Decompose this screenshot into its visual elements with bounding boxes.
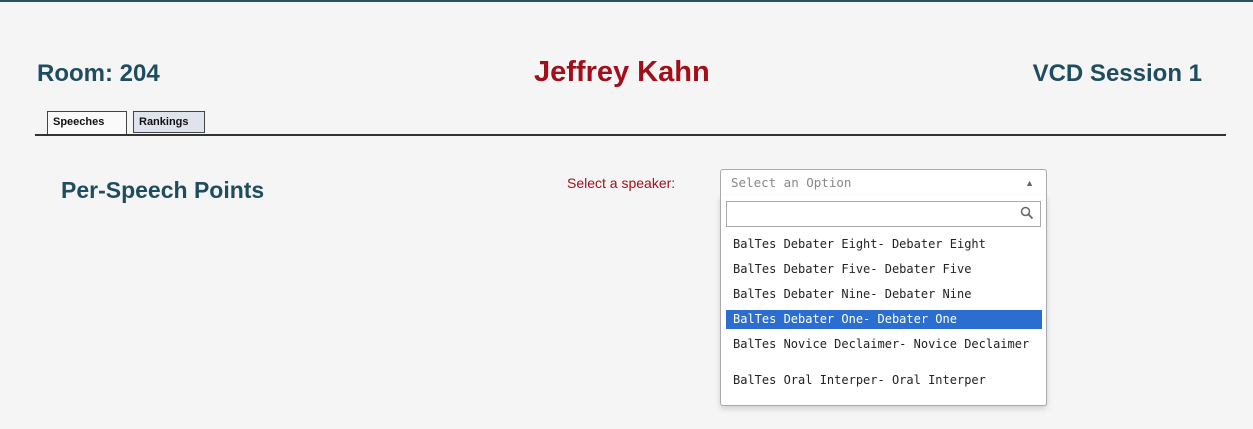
option-oral-interper[interactable]: BalTes Oral Interper- Oral Interper xyxy=(726,371,1042,390)
option-novice-declaimer[interactable]: BalTes Novice Declaimer- Novice Declaime… xyxy=(726,335,1042,365)
dropdown-arrow-icon[interactable]: ▲ xyxy=(1025,178,1034,188)
speaker-dropdown: BalTes Debater Eight- Debater Eight BalT… xyxy=(720,195,1047,406)
speaker-select[interactable]: Select an Option ▲ xyxy=(720,169,1047,196)
options-list: BalTes Debater Eight- Debater Eight BalT… xyxy=(726,235,1042,396)
search-input[interactable] xyxy=(729,204,1018,226)
room-label: Room: 204 xyxy=(37,60,160,87)
search-field[interactable] xyxy=(726,201,1041,227)
tab-speeches[interactable]: Speeches xyxy=(47,111,127,136)
section-title: Per-Speech Points xyxy=(61,177,265,203)
session-label: VCD Session 1 xyxy=(1032,60,1202,87)
judge-name: Jeffrey Kahn xyxy=(534,56,710,88)
search-icon xyxy=(1020,206,1034,220)
select-speaker-label: Select a speaker: xyxy=(567,175,676,191)
option-debater-nine[interactable]: BalTes Debater Nine- Debater Nine xyxy=(726,285,1042,304)
select-placeholder: Select an Option xyxy=(731,175,852,190)
option-debater-five[interactable]: BalTes Debater Five- Debater Five xyxy=(726,260,1042,279)
tab-underline xyxy=(35,134,1226,136)
option-debater-eight[interactable]: BalTes Debater Eight- Debater Eight xyxy=(726,235,1042,254)
top-border xyxy=(0,0,1253,2)
tab-rankings[interactable]: Rankings xyxy=(133,111,205,133)
option-debater-one[interactable]: BalTes Debater One- Debater One xyxy=(726,310,1042,329)
